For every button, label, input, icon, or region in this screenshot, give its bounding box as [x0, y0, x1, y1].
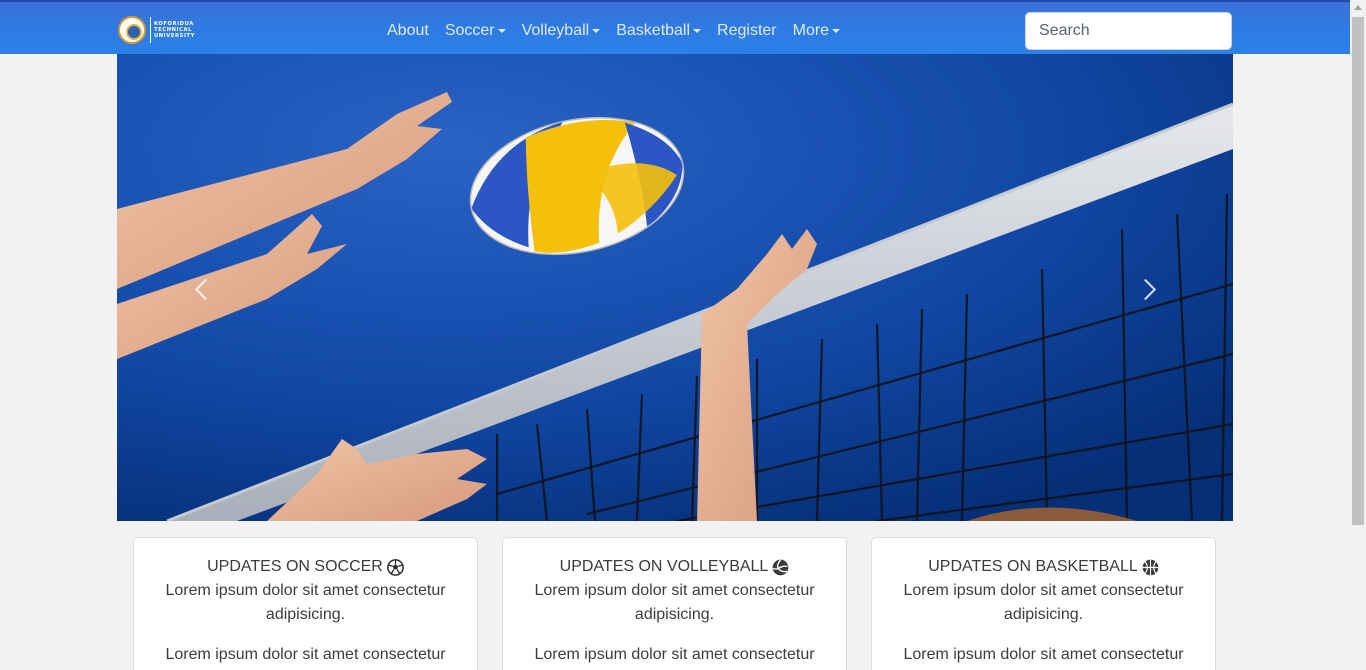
card-title-row: UPDATES ON VOLLEYBALL [503, 557, 846, 577]
card-title: UPDATES ON VOLLEYBALL [559, 558, 769, 575]
logo-line-3: UNIVERSITY [154, 33, 195, 40]
nav-link-label: Volleyball [521, 22, 590, 39]
card-title: UPDATES ON SOCCER [207, 558, 383, 575]
nav-links: About Soccer Volleyball Basketball Regis… [387, 19, 856, 43]
soccer-updates-card: UPDATES ON SOCCER Lorem ipsum dolor sit … [133, 537, 478, 670]
chevron-left-icon [194, 278, 216, 300]
card-text: Lorem ipsum dolor sit amet consectetur [903, 646, 1184, 663]
card-text: Lorem ipsum dolor sit amet consectetur [165, 646, 446, 663]
nav-link-label: Register [717, 22, 777, 39]
caret-down-icon [693, 29, 702, 33]
nav-link-label: More [792, 22, 830, 39]
soccer-ball-icon [386, 558, 404, 576]
page-scrollbar[interactable] [1350, 0, 1366, 670]
card-title: UPDATES ON BASKETBALL [928, 558, 1138, 575]
nav-link-about[interactable]: About [387, 22, 429, 40]
caret-down-icon [497, 29, 506, 33]
card-text: Lorem ipsum dolor sit amet consectetur a… [903, 582, 1184, 623]
logo-wordmark: KOFORIDUA TECHNICAL UNIVERSITY [154, 21, 195, 40]
caret-down-icon [832, 29, 841, 33]
nav-link-label: Basketball [616, 22, 691, 39]
caret-down-icon [592, 29, 601, 33]
nav-link-label: Soccer [444, 22, 495, 39]
nav-dropdown-more[interactable]: More [792, 22, 841, 40]
hero-carousel [117, 54, 1233, 521]
university-logo[interactable]: KOFORIDUA TECHNICAL UNIVERSITY [118, 14, 202, 46]
nav-dropdown-basketball[interactable]: Basketball [616, 22, 702, 40]
basketball-updates-card: UPDATES ON BASKETBALL Lorem ipsum dolor … [871, 537, 1216, 670]
nav-link-label: About [387, 22, 429, 39]
chevron-right-icon [1134, 278, 1156, 300]
top-navbar: KOFORIDUA TECHNICAL UNIVERSITY About Soc… [0, 0, 1350, 54]
card-text: Lorem ipsum dolor sit amet consectetur a… [534, 582, 815, 623]
nav-link-register[interactable]: Register [717, 22, 777, 40]
logo-divider [150, 17, 151, 43]
carousel-next-button[interactable] [1129, 269, 1169, 309]
carousel-image-volleyball [117, 54, 1233, 521]
card-title-row: UPDATES ON BASKETBALL [872, 557, 1215, 577]
nav-dropdown-soccer[interactable]: Soccer [445, 22, 506, 40]
card-title-row: UPDATES ON SOCCER [134, 557, 477, 577]
card-text: Lorem ipsum dolor sit amet consectetur a… [165, 582, 446, 623]
university-seal-icon [118, 16, 146, 44]
search-input[interactable] [1025, 12, 1232, 50]
scrollbar-thumb[interactable] [1352, 17, 1364, 525]
card-text: Lorem ipsum dolor sit amet consectetur [534, 646, 815, 663]
nav-dropdown-volleyball[interactable]: Volleyball [522, 22, 601, 40]
basketball-icon [1142, 559, 1159, 576]
volleyball-icon [772, 558, 789, 576]
volleyball-updates-card: UPDATES ON VOLLEYBALL Lorem ipsum dolor … [502, 537, 847, 670]
scroll-up-arrow-icon[interactable] [1354, 5, 1362, 10]
carousel-prev-button[interactable] [181, 269, 221, 309]
